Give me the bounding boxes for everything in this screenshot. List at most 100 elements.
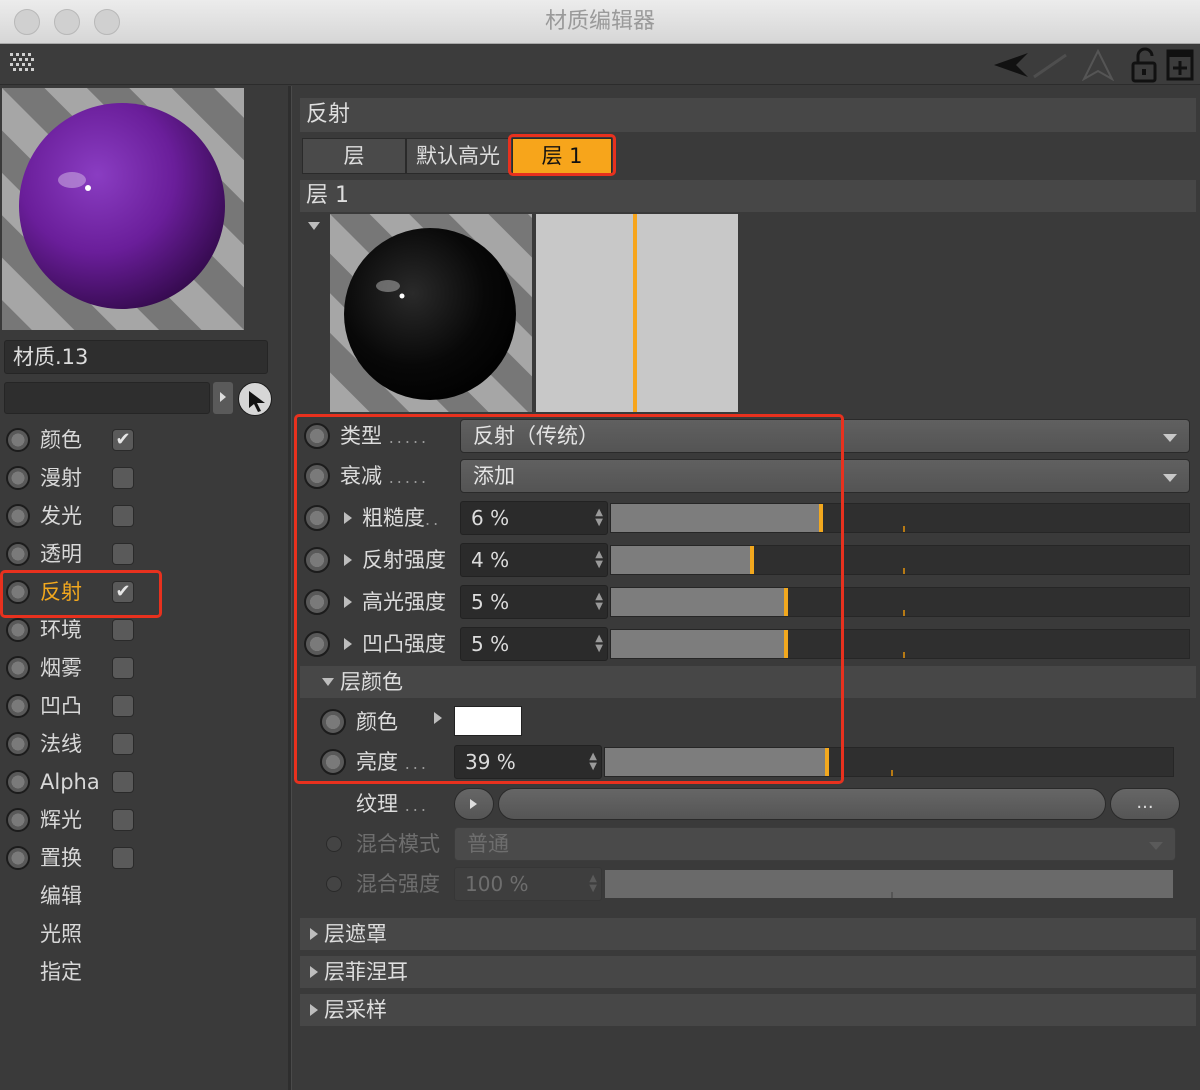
param-slider[interactable] [610, 503, 1190, 533]
param-input[interactable]: 5 % ▲ ▼ [460, 627, 608, 661]
channel-search-field[interactable] [4, 382, 210, 414]
channel-checkbox[interactable] [112, 809, 134, 831]
falloff-dropdown[interactable]: 添加 [460, 459, 1190, 493]
channel-checkbox[interactable] [112, 467, 134, 489]
param-slider[interactable] [610, 545, 1190, 575]
channel-item[interactable]: 置换 [4, 840, 154, 876]
channel-radio[interactable] [6, 580, 30, 604]
layer-preview[interactable] [330, 214, 532, 412]
param-expand-icon[interactable] [344, 512, 352, 524]
stepper-icon[interactable]: ▲ ▼ [595, 592, 603, 612]
channel-checkbox[interactable] [112, 847, 134, 869]
param-expand-icon[interactable] [344, 638, 352, 650]
grid-menu-icon[interactable] [10, 53, 36, 77]
slider-knob[interactable] [819, 504, 823, 532]
tab-layer[interactable]: 层 [302, 138, 406, 174]
channel-item[interactable]: 反射 ✔ [4, 574, 154, 610]
color-radio[interactable] [320, 709, 346, 735]
channel-item[interactable]: 颜色 ✔ [4, 422, 154, 458]
param-expand-icon[interactable] [344, 554, 352, 566]
channel-item[interactable]: 发光 [4, 498, 154, 534]
material-name-field[interactable]: 材质.13 [4, 340, 268, 374]
channel-radio[interactable] [6, 732, 30, 756]
brightness-slider[interactable] [604, 747, 1174, 777]
channel-radio[interactable] [6, 846, 30, 870]
channel-item[interactable]: 透明 [4, 536, 154, 572]
param-radio[interactable] [304, 589, 330, 615]
channel-checkbox[interactable] [112, 657, 134, 679]
layer-falloff-preview[interactable] [536, 214, 738, 412]
channel-radio[interactable] [6, 618, 30, 642]
stepper-icon[interactable]: ▲ ▼ [595, 634, 603, 654]
layer-mask-section[interactable]: 层遮罩 [300, 918, 1196, 950]
pick-cursor-button[interactable] [238, 382, 272, 416]
param-expand-icon[interactable] [344, 596, 352, 608]
layer-color-header[interactable]: 层颜色 [300, 666, 1196, 698]
back-arrow-icon[interactable] [992, 49, 1032, 81]
lock-icon[interactable] [1130, 47, 1160, 83]
slider-knob[interactable] [825, 748, 829, 776]
editor-item[interactable]: 编辑 [40, 878, 82, 914]
channel-checkbox[interactable]: ✔ [112, 581, 134, 603]
stepper-icon[interactable]: ▲ ▼ [595, 508, 603, 528]
falloff-radio[interactable] [304, 463, 330, 489]
channel-checkbox[interactable] [112, 695, 134, 717]
tab-default-specular[interactable]: 默认高光 [406, 138, 510, 174]
channel-radio[interactable] [6, 428, 30, 452]
channel-item[interactable]: Alpha [4, 764, 154, 800]
color-expand-icon[interactable] [434, 712, 442, 724]
channel-radio[interactable] [6, 770, 30, 794]
channel-radio[interactable] [6, 656, 30, 680]
channel-radio[interactable] [6, 542, 30, 566]
tab-layer-1[interactable]: 层 1 [512, 138, 612, 174]
channel-checkbox[interactable] [112, 543, 134, 565]
search-expand-button[interactable] [213, 382, 233, 414]
texture-play-button[interactable] [454, 788, 494, 820]
param-input[interactable]: 6 % ▲ ▼ [460, 501, 608, 535]
slider-knob[interactable] [784, 630, 788, 658]
texture-more-button[interactable]: ... [1110, 788, 1180, 820]
param-slider[interactable] [610, 629, 1190, 659]
layer-fresnel-section[interactable]: 层菲涅耳 [300, 956, 1196, 988]
channel-item[interactable]: 凹凸 [4, 688, 154, 724]
channel-checkbox[interactable] [112, 771, 134, 793]
channel-radio[interactable] [6, 504, 30, 528]
param-input[interactable]: 4 % ▲ ▼ [460, 543, 608, 577]
color-swatch[interactable] [454, 706, 522, 736]
param-slider[interactable] [610, 587, 1190, 617]
channel-checkbox[interactable] [112, 505, 134, 527]
channel-checkbox[interactable] [112, 619, 134, 641]
channel-checkbox[interactable]: ✔ [112, 429, 134, 451]
slider-knob[interactable] [750, 546, 754, 574]
new-window-icon[interactable] [1166, 49, 1196, 81]
material-preview[interactable] [2, 88, 244, 330]
channel-radio[interactable] [6, 808, 30, 832]
brightness-radio[interactable] [320, 749, 346, 775]
forward-arrow-icon[interactable] [1030, 49, 1070, 81]
channel-radio[interactable] [6, 694, 30, 718]
channel-item[interactable]: 烟雾 [4, 650, 154, 686]
stepper-icon[interactable]: ▲ ▼ [589, 752, 597, 772]
assign-item[interactable]: 指定 [40, 954, 82, 990]
channel-item[interactable]: 环境 [4, 612, 154, 648]
channel-radio[interactable] [6, 466, 30, 490]
layer-sampling-section[interactable]: 层采样 [300, 994, 1196, 1026]
channel-checkbox[interactable] [112, 733, 134, 755]
channel-item[interactable]: 法线 [4, 726, 154, 762]
channel-item[interactable]: 漫射 [4, 460, 154, 496]
param-input[interactable]: 5 % ▲ ▼ [460, 585, 608, 619]
brightness-input[interactable]: 39 % ▲ ▼ [454, 745, 602, 779]
stepper-icon[interactable]: ▲ ▼ [595, 550, 603, 570]
slider-knob[interactable] [784, 588, 788, 616]
type-radio[interactable] [304, 423, 330, 449]
collapse-arrow-icon[interactable] [308, 222, 320, 230]
type-dropdown[interactable]: 反射（传统） [460, 419, 1190, 453]
channel-item[interactable]: 辉光 [4, 802, 154, 838]
up-arrow-icon[interactable] [1080, 49, 1116, 81]
channel-label: 法线 [40, 732, 82, 756]
texture-slot[interactable] [498, 788, 1106, 820]
param-radio[interactable] [304, 505, 330, 531]
lighting-item[interactable]: 光照 [40, 916, 82, 952]
param-radio[interactable] [304, 631, 330, 657]
param-radio[interactable] [304, 547, 330, 573]
